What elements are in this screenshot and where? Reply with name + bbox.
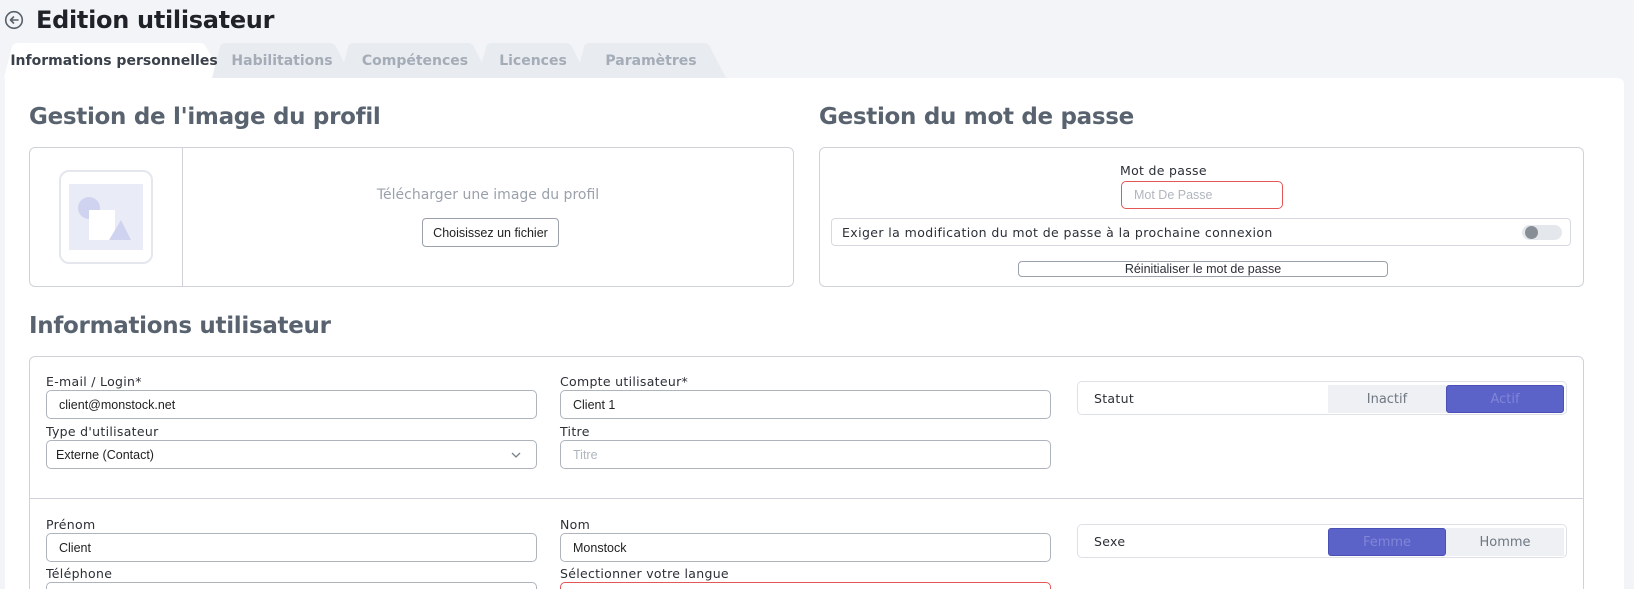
image-placeholder-icon — [69, 184, 143, 250]
language-label: Sélectionner votre langue — [560, 566, 729, 581]
status-option-active[interactable]: Actif — [1446, 385, 1564, 413]
upload-profile-text: Télécharger une image du profil — [376, 187, 600, 203]
email-label: E-mail / Login* — [46, 374, 142, 389]
phone-input[interactable] — [46, 582, 537, 589]
choose-file-button[interactable]: Choisissez un fichier — [422, 218, 559, 247]
back-arrow-icon[interactable] — [4, 10, 24, 30]
account-input[interactable]: Client 1 — [560, 390, 1051, 419]
user-type-select[interactable]: Externe (Contact) — [46, 440, 537, 469]
gender-selector: Sexe Femme Homme — [1077, 524, 1567, 558]
content-panel: Gestion de l'image du profil Télécharger… — [5, 78, 1624, 589]
status-selector: Statut Inactif Actif — [1077, 381, 1567, 415]
tab-habilitations[interactable]: Habilitations — [212, 43, 352, 78]
profile-image-section-title: Gestion de l'image du profil — [29, 104, 381, 130]
account-label: Compte utilisateur* — [560, 374, 689, 389]
toggle-knob — [1525, 226, 1538, 239]
lastname-input[interactable]: Monstock — [560, 533, 1051, 562]
force-password-change-row: Exiger la modification du mot de passe à… — [831, 218, 1571, 246]
profile-image-placeholder — [59, 170, 153, 264]
user-info-box: E-mail / Login* client@monstock.net Comp… — [29, 356, 1584, 589]
profile-divider — [182, 148, 183, 286]
password-label: Mot de passe — [1120, 163, 1207, 178]
section-divider — [30, 498, 1583, 499]
tab-competences[interactable]: Compétences — [340, 43, 490, 78]
page-header: Edition utilisateur — [4, 6, 274, 34]
user-type-label: Type d'utilisateur — [46, 424, 159, 439]
gender-option-male[interactable]: Homme — [1446, 528, 1564, 556]
status-label: Statut — [1094, 391, 1135, 406]
force-password-change-toggle[interactable] — [1522, 225, 1562, 240]
firstname-input[interactable]: Client — [46, 533, 537, 562]
title-input[interactable]: Titre — [560, 440, 1051, 469]
reset-password-button[interactable]: Réinitialiser le mot de passe — [1018, 261, 1388, 277]
chevron-down-icon — [511, 452, 521, 458]
profile-image-box: Télécharger une image du profil Choisiss… — [29, 147, 794, 287]
language-select[interactable] — [560, 582, 1051, 589]
force-password-change-label: Exiger la modification du mot de passe à… — [842, 225, 1273, 240]
title-label: Titre — [560, 424, 590, 439]
user-info-section-title: Informations utilisateur — [29, 313, 331, 339]
status-option-inactive[interactable]: Inactif — [1328, 385, 1446, 413]
firstname-label: Prénom — [46, 517, 96, 532]
gender-label: Sexe — [1094, 534, 1126, 549]
email-input[interactable]: client@monstock.net — [46, 390, 537, 419]
tab-parametres[interactable]: Paramètres — [576, 43, 726, 78]
gender-option-female[interactable]: Femme — [1328, 528, 1446, 556]
page-title: Edition utilisateur — [36, 6, 275, 34]
password-input[interactable]: Mot De Passe — [1121, 181, 1283, 209]
password-section-title: Gestion du mot de passe — [819, 104, 1134, 130]
tab-informations-personnelles[interactable]: Informations personnelles — [4, 43, 224, 78]
lastname-label: Nom — [560, 517, 591, 532]
phone-label: Téléphone — [46, 566, 113, 581]
tab-licences[interactable]: Licences — [478, 43, 588, 78]
user-type-value: Externe (Contact) — [56, 447, 154, 462]
password-box: Mot de passe Mot De Passe Exiger la modi… — [819, 147, 1584, 287]
